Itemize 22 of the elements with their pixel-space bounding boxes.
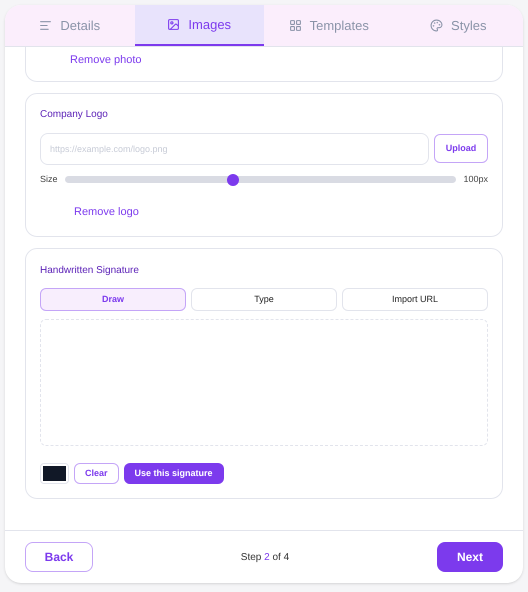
size-label: Size <box>40 173 58 186</box>
slider-thumb[interactable] <box>227 174 240 186</box>
remove-logo-link[interactable]: Remove logo <box>74 204 139 220</box>
section-title: Company Logo <box>40 108 109 122</box>
size-reading: 100px <box>463 173 488 186</box>
back-button[interactable]: Back <box>25 542 93 572</box>
use-signature-button[interactable]: Use this signature <box>124 463 224 484</box>
grid-icon <box>288 19 302 32</box>
remove-photo-link[interactable]: Remove photo <box>70 54 142 66</box>
mode-tab[interactable]: Import URL <box>342 288 488 311</box>
url-field[interactable]: https://example.com/logo.png <box>40 133 429 165</box>
palette-icon <box>430 19 444 32</box>
step-indicator: Step 2 of 4 <box>240 550 290 564</box>
upload-button[interactable]: Upload <box>434 134 488 163</box>
image-icon <box>167 18 180 31</box>
section-title: Handwritten Signature <box>40 264 140 278</box>
mode-tab[interactable]: Type <box>191 288 337 311</box>
lines-icon <box>39 19 52 32</box>
mode-tab[interactable]: Draw <box>40 288 186 311</box>
clear-button[interactable]: Clear <box>74 463 119 484</box>
next-button[interactable]: Next <box>436 542 503 572</box>
tab[interactable]: Images <box>134 5 264 46</box>
